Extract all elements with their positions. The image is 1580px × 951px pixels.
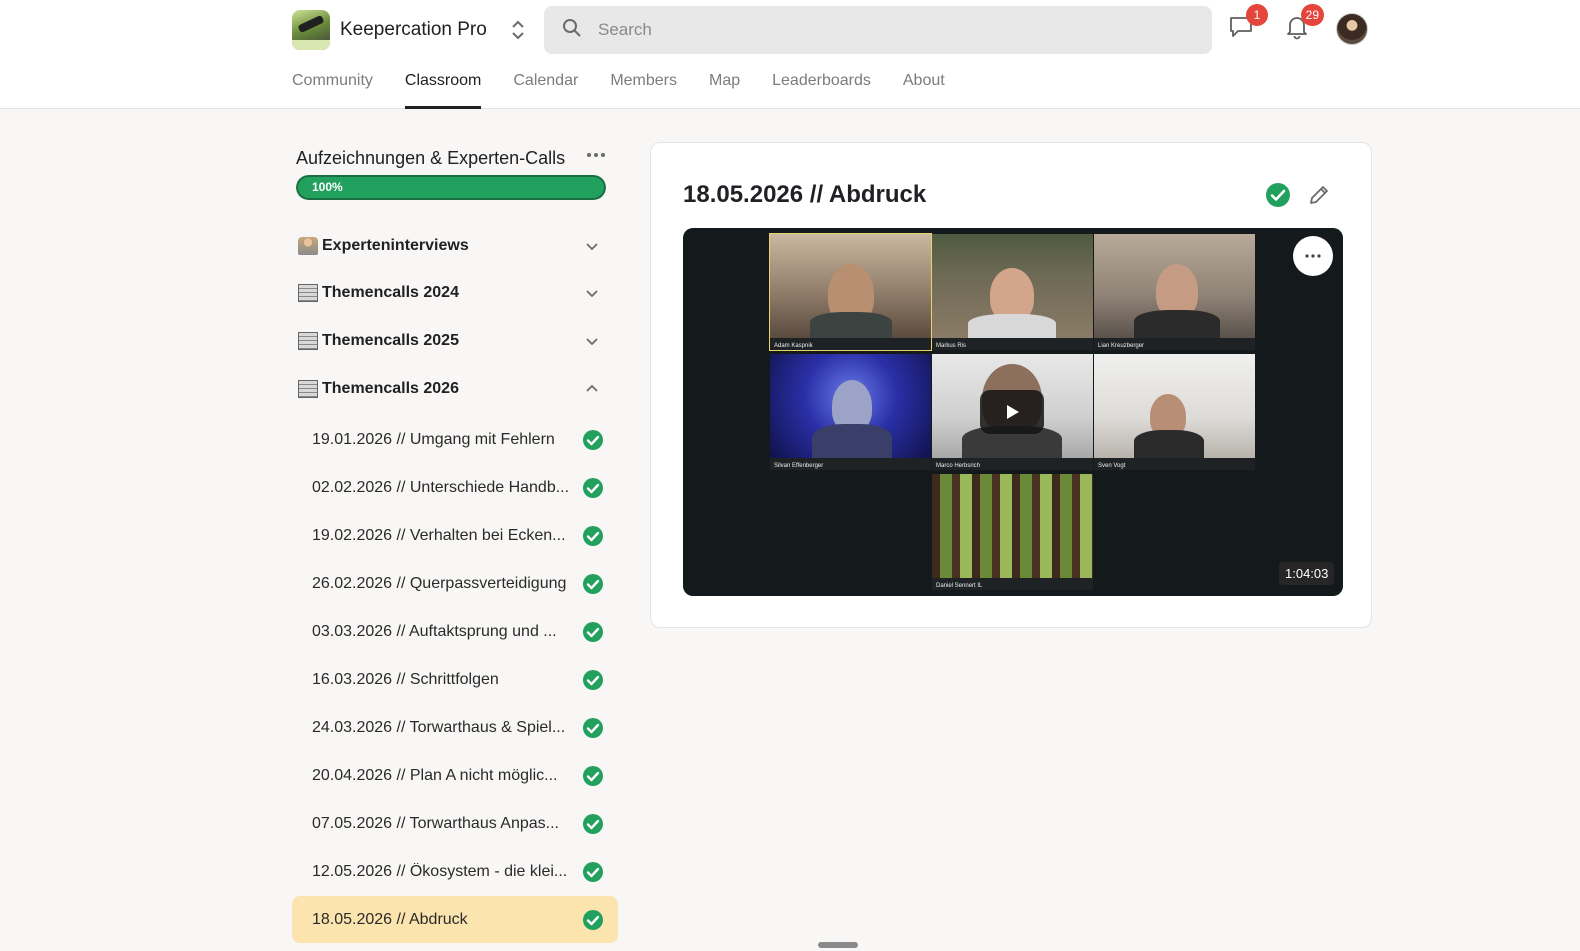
notifications-badge: 29 <box>1300 4 1324 26</box>
completed-check-icon <box>583 526 603 546</box>
lesson-title-text: 02.02.2026 // Unterschiede Handb... <box>312 478 570 496</box>
lesson-title: 18.05.2026 // Abdruck <box>683 181 927 208</box>
chevron-down-icon[interactable] <box>584 285 600 301</box>
tab-leaderboards[interactable]: Leaderboards <box>772 70 871 109</box>
section-themencalls-2025[interactable]: Themencalls 2025 <box>292 321 618 361</box>
user-avatar[interactable] <box>1336 13 1368 45</box>
brand[interactable]: Keepercation Pro <box>292 10 525 50</box>
play-icon <box>1007 405 1019 419</box>
lesson-item[interactable]: 18.05.2026 // Abdruck <box>292 896 618 943</box>
lesson-item[interactable]: 20.04.2026 // Plan A nicht möglic... <box>292 752 618 799</box>
completed-check-icon <box>583 766 603 786</box>
tab-community[interactable]: Community <box>292 70 373 109</box>
completed-check-icon <box>583 814 603 834</box>
tab-members[interactable]: Members <box>610 70 677 109</box>
video-player[interactable]: Adam Kaspnik Markus Ris Lian Kreuzberger… <box>683 228 1343 596</box>
participant-tile: Adam Kaspnik <box>769 233 932 351</box>
play-button[interactable] <box>980 390 1044 434</box>
completed-check-icon <box>583 670 603 690</box>
course-progress-label: 100% <box>312 180 343 194</box>
participant-name: Sven Vogt <box>1098 463 1126 469</box>
lesson-item[interactable]: 07.05.2026 // Torwarthaus Anpas... <box>292 800 618 847</box>
chat-button[interactable]: 1 <box>1226 4 1268 44</box>
search-input[interactable] <box>598 20 1158 40</box>
participant-name: Daniel Sennert IL <box>936 583 983 589</box>
lesson-card: 18.05.2026 // Abdruck Adam Kaspnik Marku… <box>650 142 1372 628</box>
lesson-title-text: 07.05.2026 // Torwarthaus Anpas... <box>312 814 559 832</box>
completed-check-icon <box>583 430 603 450</box>
lesson-item[interactable]: 16.03.2026 // Schrittfolgen <box>292 656 618 703</box>
section-label: Experteninterviews <box>322 237 469 254</box>
lesson-item[interactable]: 24.03.2026 // Torwarthaus & Spiel... <box>292 704 618 751</box>
person-laptop-icon <box>298 237 318 255</box>
participant-tile: Markus Ris <box>932 234 1093 350</box>
section-themencalls-2024[interactable]: Themencalls 2024 <box>292 273 618 313</box>
section-label: Themencalls 2024 <box>322 284 459 301</box>
lesson-item[interactable]: 26.02.2026 // Querpassverteidigung <box>292 560 618 607</box>
lesson-title-text: 16.03.2026 // Schrittfolgen <box>312 670 499 688</box>
participant-tile: Lian Kreuzberger <box>1094 234 1255 350</box>
scroll-handle[interactable] <box>818 942 858 948</box>
chevron-down-icon[interactable] <box>584 333 600 349</box>
completed-check-icon <box>583 478 603 498</box>
lesson-title-text: 19.01.2026 // Umgang mit Fehlern <box>312 430 555 448</box>
newspaper-icon <box>298 284 318 302</box>
video-duration: 1:04:03 <box>1279 562 1335 585</box>
lesson-item[interactable]: 19.01.2026 // Umgang mit Fehlern <box>292 416 618 463</box>
main-nav-tabs: Community Classroom Calendar Members Map… <box>292 70 977 109</box>
tab-map[interactable]: Map <box>709 70 740 109</box>
more-options-icon[interactable] <box>584 146 608 164</box>
lesson-title-text: 24.03.2026 // Torwarthaus & Spiel... <box>312 718 566 736</box>
more-options-icon <box>1305 254 1321 258</box>
participant-name: Lian Kreuzberger <box>1098 343 1145 349</box>
completed-check-icon <box>583 574 603 594</box>
community-logo[interactable] <box>292 10 330 50</box>
section-themencalls-2026[interactable]: Themencalls 2026 <box>292 369 618 409</box>
completed-check-icon <box>583 718 603 738</box>
newspaper-icon <box>298 380 318 398</box>
lesson-title-text: 26.02.2026 // Querpassverteidigung <box>312 574 567 592</box>
participant-name: Marco Herbsrich <box>936 463 981 469</box>
lesson-title-text: 12.05.2026 // Ökosystem - die klei... <box>312 862 568 880</box>
tab-calendar[interactable]: Calendar <box>513 70 578 109</box>
chat-badge: 1 <box>1246 4 1268 26</box>
chevron-up-down-icon[interactable] <box>511 19 525 41</box>
tab-about[interactable]: About <box>903 70 945 109</box>
completed-check-icon <box>583 910 603 930</box>
participant-tile: Sven Vogt <box>1094 354 1255 470</box>
edit-pencil-icon[interactable] <box>1307 183 1331 207</box>
notifications-button[interactable]: 29 <box>1282 4 1324 44</box>
lesson-title-text: 20.04.2026 // Plan A nicht möglic... <box>312 766 558 784</box>
lesson-item[interactable]: 12.05.2026 // Ökosystem - die klei... <box>292 848 618 895</box>
top-header: Keepercation Pro 1 29 Community Classroo… <box>0 0 1580 109</box>
chevron-down-icon[interactable] <box>584 238 600 254</box>
section-experteninterviews[interactable]: Experteninterviews <box>292 226 618 266</box>
course-progress-bar: 100% <box>296 175 606 200</box>
section-label: Themencalls 2026 <box>322 380 459 397</box>
course-title: Aufzeichnungen & Experten-Calls <box>296 148 566 168</box>
video-options-button[interactable] <box>1293 236 1333 276</box>
lesson-item[interactable]: 19.02.2026 // Verhalten bei Ecken... <box>292 512 618 559</box>
tab-classroom[interactable]: Classroom <box>404 70 482 109</box>
participant-name: Adam Kaspnik <box>774 343 813 349</box>
participant-name: Silvan Effenberger <box>774 463 824 469</box>
lesson-title-text: 03.03.2026 // Auftaktsprung und ... <box>312 622 557 640</box>
completed-check-icon[interactable] <box>1265 182 1291 208</box>
section-label: Themencalls 2025 <box>322 332 459 349</box>
brand-name[interactable]: Keepercation Pro <box>340 19 487 41</box>
lesson-item[interactable]: 02.02.2026 // Unterschiede Handb... <box>292 464 618 511</box>
completed-check-icon <box>583 622 603 642</box>
newspaper-icon <box>298 332 318 350</box>
lesson-title-text: 18.05.2026 // Abdruck <box>312 910 468 928</box>
participant-name: Markus Ris <box>936 343 967 349</box>
participant-tile: Daniel Sennert IL <box>932 474 1093 590</box>
lesson-item[interactable]: 03.03.2026 // Auftaktsprung und ... <box>292 608 618 655</box>
participant-tile: Silvan Effenberger <box>770 354 931 470</box>
completed-check-icon <box>583 862 603 882</box>
chevron-up-icon[interactable] <box>584 381 600 397</box>
lesson-title-text: 19.02.2026 // Verhalten bei Ecken... <box>312 526 566 544</box>
search-icon <box>562 18 582 43</box>
search-bar[interactable] <box>544 6 1212 54</box>
